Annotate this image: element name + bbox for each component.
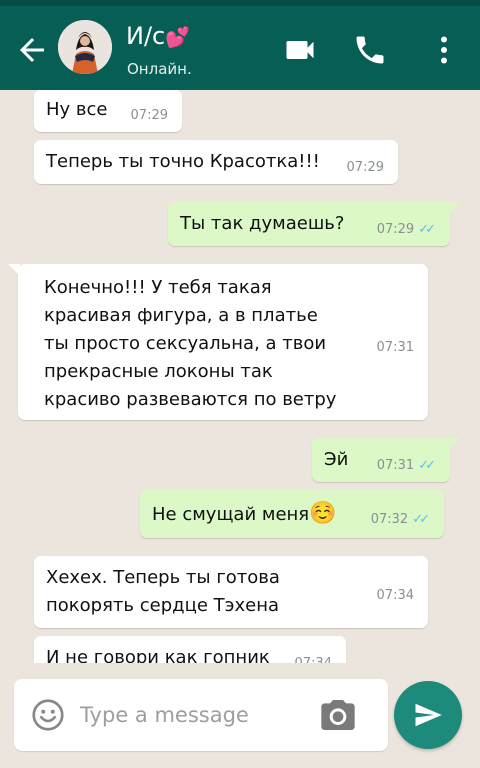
read-receipt-icon: ✓✓ [418, 222, 436, 237]
message-line: покорять сердце Тэхена [46, 595, 280, 616]
send-icon [415, 703, 442, 727]
message-text: Ты так думаешь? [180, 213, 345, 234]
message-text: Теперь ты точно Красотка!!! [46, 151, 320, 172]
message-text: Эй [324, 449, 349, 470]
composer-bar [0, 663, 480, 768]
message-line: Хехех. Теперь ты готова [46, 567, 280, 588]
message-incoming[interactable]: Хехех. Теперь ты готова покорять сердце … [34, 556, 428, 628]
emoji-icon[interactable] [30, 697, 66, 733]
message-time-text: 07:29 [376, 222, 415, 237]
message-time-text: 07:29 [346, 160, 384, 175]
message-time: 07:34 [377, 582, 414, 610]
message-text: И не говори как гопник [46, 647, 270, 663]
message-text-block: Хехех. Теперь ты готова покорять сердце … [46, 564, 280, 620]
message-meta: 07:32 ✓✓ [371, 506, 430, 534]
back-arrow-icon[interactable] [14, 32, 50, 68]
bubble-tail [448, 438, 460, 450]
camera-icon[interactable] [318, 695, 358, 735]
chat-header: И/с💕 Онлайн. [0, 6, 480, 90]
bubble-tail [8, 264, 20, 276]
message-input[interactable] [80, 697, 310, 733]
message-incoming[interactable]: Теперь ты точно Красотка!!! 07:29 [34, 140, 398, 184]
message-outgoing[interactable]: Не смущай меня☺️ 07:32 ✓✓ [140, 490, 444, 538]
message-time-text: 07:31 [376, 458, 415, 473]
chat-area[interactable]: Ну все 07:29 Теперь ты точно Красотка!!!… [0, 90, 480, 663]
message-time-text: 07:34 [295, 650, 332, 663]
bubble-tail [448, 202, 460, 214]
message-incoming[interactable]: Конечно!!! У тебя такая красивая фигура,… [8, 264, 428, 420]
message-text: Не смущай меня☺️ [152, 500, 337, 529]
message-input-box[interactable] [14, 679, 388, 751]
message-line: прекрасные локоны так [44, 361, 273, 382]
message-incoming[interactable]: Ну все 07:29 [34, 90, 182, 132]
message-line: красиво развеваются по ветру [44, 389, 337, 410]
message-text: Ну все [46, 99, 108, 120]
contact-name-text: И/с [126, 22, 166, 50]
more-vert-icon[interactable] [426, 32, 462, 68]
read-receipt-icon: ✓✓ [412, 512, 430, 527]
contact-emoji: 💕 [165, 25, 191, 49]
message-time-text: 07:29 [130, 108, 168, 123]
message-time-text: 07:31 [376, 340, 414, 355]
video-camera-icon[interactable] [282, 32, 318, 68]
phone-icon[interactable] [352, 32, 388, 68]
send-button[interactable] [394, 681, 462, 749]
message-time: 07:29 [347, 154, 384, 182]
read-receipt-icon: ✓✓ [418, 458, 436, 473]
message-meta: 07:29 ✓✓ [377, 216, 436, 244]
message-line: Конечно!!! У тебя такая [44, 277, 272, 298]
contact-status: Онлайн. [127, 60, 192, 78]
message-text-block: Конечно!!! У тебя такая красивая фигура,… [44, 274, 336, 414]
message-time: 07:29 [131, 102, 168, 130]
message-outgoing[interactable]: Эй 07:31 ✓✓ [312, 438, 460, 482]
avatar[interactable] [58, 20, 112, 74]
message-time-text: 07:34 [376, 588, 414, 603]
contact-name[interactable]: И/с💕 [126, 22, 190, 50]
message-incoming[interactable]: И не говори как гопник 07:34 [34, 636, 346, 663]
message-outgoing[interactable]: Ты так думаешь? 07:29 ✓✓ [168, 202, 460, 246]
message-time-text: 07:32 [370, 512, 409, 527]
message-text-content: Не смущай меня [152, 504, 310, 525]
message-time: 07:34 [295, 650, 332, 663]
smiling-face-emoji-icon: ☺️ [309, 501, 337, 526]
message-time: 07:31 [377, 334, 414, 362]
message-line: ты просто сексуальна, а твои [44, 333, 327, 354]
message-meta: 07:31 ✓✓ [377, 452, 436, 480]
message-line: красивая фигура, а в платье [44, 305, 318, 326]
